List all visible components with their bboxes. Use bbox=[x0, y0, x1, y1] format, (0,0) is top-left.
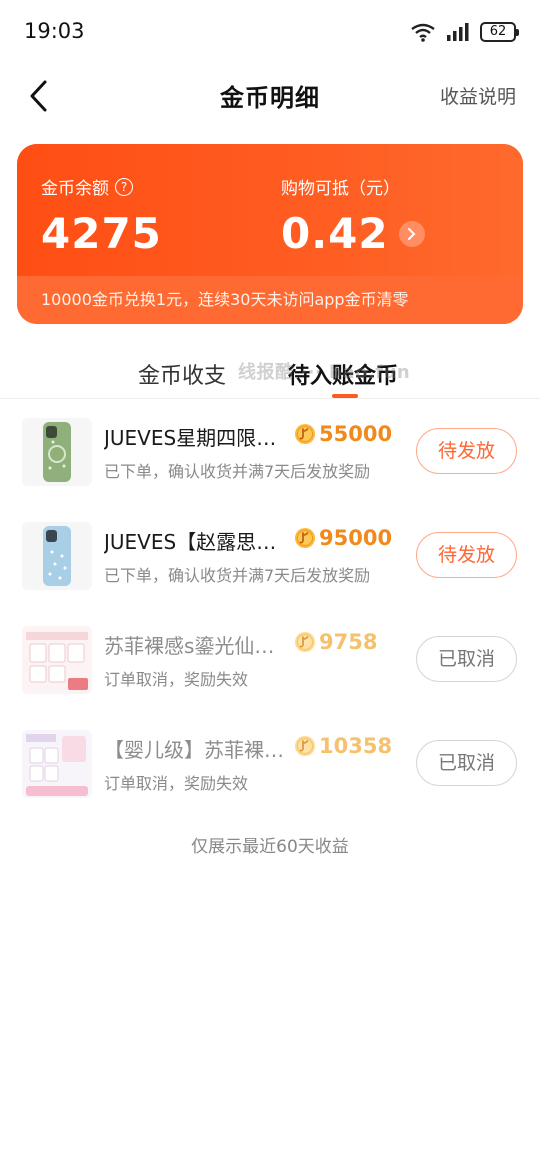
tab-pending-coins[interactable]: 待入账金币 bbox=[288, 358, 398, 390]
nav-bar: 金币明细 收益说明 bbox=[0, 64, 540, 128]
earnings-info-link[interactable]: 收益说明 bbox=[440, 82, 516, 109]
coin-amount-value: 55000 bbox=[319, 422, 393, 446]
question-icon[interactable]: ? bbox=[115, 177, 133, 196]
coin-amount-value: 10358 bbox=[319, 734, 393, 758]
signal-icon bbox=[447, 23, 469, 41]
order-title: JUEVES星期四限定款 bbox=[104, 426, 292, 450]
product-thumbnail bbox=[22, 730, 92, 798]
cancelled-status-button[interactable]: 已取消 bbox=[416, 740, 517, 786]
coin-balance-label: 金币余额 bbox=[41, 179, 109, 199]
tab-coin-records[interactable]: 金币收支 bbox=[138, 358, 226, 390]
coin-amount: 10358 bbox=[294, 734, 392, 758]
status-bar: 19:03 62 bbox=[0, 0, 540, 64]
order-title: JUEVES【赵露思同款】 bbox=[104, 530, 292, 554]
coin-amount-value: 95000 bbox=[319, 526, 393, 550]
footer-note: 仅展示最近60天收益 bbox=[191, 837, 349, 857]
coin-amount: 95000 bbox=[294, 526, 392, 550]
list-item[interactable]: 苏菲裸感s鎏光仙女卫生巾 9758 订单取消，奖励失效 已取消 bbox=[0, 608, 540, 712]
cash-deduction-label: 购物可抵（元） bbox=[281, 179, 400, 199]
coin-balance-value: 4275 bbox=[41, 209, 162, 258]
status-icons: 62 bbox=[410, 20, 519, 44]
order-title: 苏菲裸感s鎏光仙女卫生巾 bbox=[104, 634, 292, 658]
coin-icon bbox=[295, 528, 315, 548]
coin-icon bbox=[295, 632, 315, 652]
product-thumbnail bbox=[22, 418, 92, 486]
order-description: 订单取消，奖励失效 bbox=[104, 670, 249, 689]
list-item[interactable]: JUEVES星期四限定款 55000 已下单，确认收货并满7天后发放奖励 待发放 bbox=[0, 400, 540, 504]
order-list: JUEVES星期四限定款 55000 已下单，确认收货并满7天后发放奖励 待发放… bbox=[0, 400, 540, 816]
cash-deduction-value: 0.42 bbox=[281, 209, 389, 258]
status-time: 19:03 bbox=[24, 19, 85, 43]
coin-icon bbox=[295, 736, 315, 756]
order-description: 已下单，确认收货并满7天后发放奖励 bbox=[104, 462, 371, 481]
cancelled-status-button[interactable]: 已取消 bbox=[416, 636, 517, 682]
battery-indicator: 62 bbox=[480, 22, 519, 42]
pending-status-button[interactable]: 待发放 bbox=[416, 532, 517, 578]
order-description: 已下单，确认收货并满7天后发放奖励 bbox=[104, 566, 371, 585]
list-item[interactable]: 【婴儿级】苏菲裸感卫生巾 10358 订单取消，奖励失效 已取消 bbox=[0, 712, 540, 816]
coin-balance: 金币余额 ? 4275 bbox=[41, 174, 162, 258]
coin-amount-value: 9758 bbox=[319, 630, 378, 654]
order-title: 【婴儿级】苏菲裸感卫生巾 bbox=[104, 738, 292, 762]
product-thumbnail bbox=[22, 522, 92, 590]
chevron-right-icon[interactable] bbox=[398, 220, 425, 247]
tab-bar: 金币收支 待入账金币 bbox=[0, 348, 540, 400]
coin-icon bbox=[295, 424, 315, 444]
order-description: 订单取消，奖励失效 bbox=[104, 774, 249, 793]
list-item[interactable]: JUEVES【赵露思同款】 95000 已下单，确认收货并满7天后发放奖励 待发… bbox=[0, 504, 540, 608]
product-thumbnail bbox=[22, 626, 92, 694]
pending-status-button[interactable]: 待发放 bbox=[416, 428, 517, 474]
balance-card-top: 金币余额 ? 4275 购物可抵（元） 0.42 bbox=[17, 144, 523, 276]
wifi-icon bbox=[411, 23, 435, 42]
balance-card: 金币余额 ? 4275 购物可抵（元） 0.42 10000金币兑换1元，连续3… bbox=[17, 144, 523, 324]
cash-deduction: 购物可抵（元） 0.42 bbox=[281, 174, 425, 258]
coin-amount: 9758 bbox=[294, 630, 377, 654]
coin-amount: 55000 bbox=[294, 422, 392, 446]
divider bbox=[0, 398, 540, 399]
exchange-note: 10000金币兑换1元，连续30天未访问app金币清零 bbox=[17, 276, 523, 324]
